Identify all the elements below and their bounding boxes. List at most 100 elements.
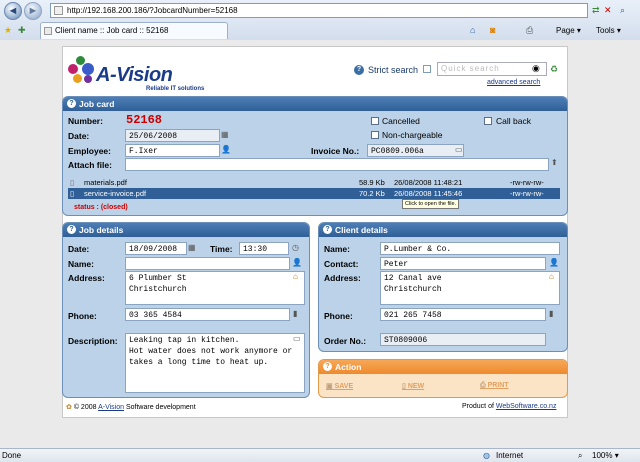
job-phone-field[interactable]: 03 365 4584 [125,308,290,321]
order-field[interactable]: ST0809006 [380,333,546,346]
search-box-icon[interactable]: ⌕ [620,4,625,17]
file-name[interactable]: materials.pdf [84,177,127,188]
job-details-title-text: Job details [79,225,124,235]
calendar-icon[interactable]: ▦ [188,243,196,252]
description-label: Description: [68,336,118,346]
zoom-value: 100% [592,451,613,460]
job-time-field[interactable]: 13:30 [239,242,289,255]
file-name[interactable]: service-invoice.pdf [84,188,146,199]
help-icon[interactable]: ? [354,65,364,75]
footer-product: Product of WebSoftware.co.nz [462,403,556,410]
save-button[interactable]: ▣ SAVE [326,382,353,390]
file-size: 58.9 Kb [359,178,385,187]
zone-text: Internet [496,451,524,460]
employee-field[interactable]: F.Ixer [125,144,220,157]
job-address-field[interactable]: 6 Plumber St Christchurch [125,271,305,305]
tab-jobcard[interactable]: Client name :: Job card :: 52168 [40,22,228,39]
comment-icon[interactable]: ▭ [293,334,301,343]
date-field[interactable]: 25/06/2008 [125,129,220,142]
attach-file-label: Attach file: [68,160,112,170]
stop-icon[interactable]: ✕ [604,4,612,17]
person-icon[interactable]: 👤 [292,258,302,267]
client-address-field[interactable]: 12 Canal ave Christchurch [380,271,560,305]
quick-search-input[interactable]: Quick search [437,62,547,76]
number-label: Number: [68,116,103,126]
date-label: Date: [68,131,90,141]
browser-status-bar: Done ◍ Internet ⌕ 100% ▾ [0,448,640,462]
website-link[interactable]: WebSoftware.co.nz [496,403,557,410]
person-icon[interactable]: 👤 [221,145,231,154]
zoom-level[interactable]: 100% ▾ [592,449,619,462]
page-menu[interactable]: Page ▾ [556,25,581,37]
client-name-field[interactable]: P.Lumber & Co. [380,242,560,255]
page-menu-label: Page [556,26,575,35]
file-row[interactable]: ▯ materials.pdf 58.9 Kb 26/08/2008 11:48… [68,177,560,188]
upload-icon[interactable]: ⬆ [551,158,558,167]
file-row-selected[interactable]: ▯ service-invoice.pdf 70.2 Kb 26/08/2008… [68,188,560,199]
print-button[interactable]: ⎙ PRINT [480,382,509,390]
invoice-lookup-icon[interactable]: ▭ [455,145,463,154]
tab-title: Client name :: Job card :: 52168 [55,26,169,35]
file-icon: ▯ [70,178,75,187]
house-icon[interactable]: ⌂ [293,272,298,281]
tools-menu-label: Tools [596,26,615,35]
favorites-star-icon[interactable]: ★ [4,24,12,37]
cancelled-checkbox[interactable] [371,117,379,125]
address-bar[interactable]: http://192.168.200.186/?JobcardNumber=52… [50,3,588,18]
job-date-label: Date: [68,244,90,254]
client-phone-field[interactable]: 021 265 7458 [380,308,546,321]
file-size: 70.2 Kb [359,189,385,198]
go-icon[interactable]: ⇄ [592,4,600,17]
zoom-icon: ⌕ [578,451,583,460]
globe-icon: ◍ [483,451,490,460]
clock-icon[interactable]: ◷ [292,243,299,252]
file-date: 26/08/2008 11:45:46 [394,189,463,198]
forward-button[interactable]: ► [24,2,42,20]
help-icon[interactable]: ? [67,99,76,108]
print-icon[interactable]: ⎙ [526,24,533,37]
advanced-search-link[interactable]: advanced search [487,79,540,86]
new-document-icon: ▯ [402,383,406,390]
job-card-title: ? Job card [63,97,567,111]
tools-menu[interactable]: Tools ▾ [596,25,621,37]
browser-toolbar: ◄ ► http://192.168.200.186/?JobcardNumbe… [0,0,640,40]
job-phone-label: Phone: [68,311,97,321]
job-name-field[interactable] [125,257,290,270]
new-button-label: NEW [407,383,425,390]
job-number: 52168 [126,113,163,127]
logo-mark [68,56,96,86]
cancelled-label: Cancelled [382,116,420,126]
nonchargeable-checkbox[interactable] [371,131,379,139]
contact-field[interactable]: Peter [380,257,546,270]
back-button[interactable]: ◄ [4,2,22,20]
file-tooltip: Click to open the file. [402,199,460,209]
help-icon[interactable]: ? [323,362,332,371]
home-icon[interactable]: ⌂ [470,24,475,37]
refresh-icon[interactable]: ♻ [550,64,558,75]
product-of-text: Product of [462,403,494,410]
calendar-icon[interactable]: ▦ [221,130,229,139]
house-icon[interactable]: ⌂ [549,272,554,281]
phone-icon[interactable]: ▮ [293,309,297,318]
print-button-label: PRINT [487,382,509,389]
phone-icon[interactable]: ▮ [549,309,553,318]
client-phone-label: Phone: [324,311,353,321]
file-permissions: -rw-rw-rw- [510,189,544,198]
person-icon[interactable]: 👤 [549,258,559,267]
strict-search-checkbox[interactable] [423,65,431,73]
job-date-field[interactable]: 18/09/2008 [125,242,187,255]
employee-label: Employee: [68,146,111,156]
brand-link[interactable]: A-Vision [98,404,124,411]
new-button[interactable]: ▯ NEW [402,382,424,390]
callback-checkbox[interactable] [484,117,492,125]
add-favorites-icon[interactable]: ✚ [18,24,26,37]
job-time-label: Time: [210,244,233,254]
logo-tagline: Reliable IT solutions [146,86,205,92]
feeds-icon[interactable]: ◙ [490,24,495,37]
invoice-field[interactable]: PC0809.006a [367,144,464,157]
description-field[interactable]: Leaking tap in kitchen. Hot water does n… [125,333,305,393]
help-icon[interactable]: ? [323,225,332,234]
binoculars-icon[interactable]: ◉ [532,64,542,73]
help-icon[interactable]: ? [67,225,76,234]
attach-file-input[interactable] [125,158,549,171]
